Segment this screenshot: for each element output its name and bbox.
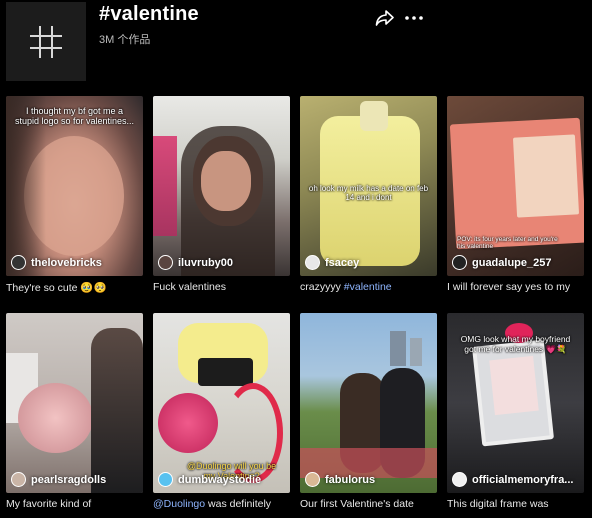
- video-card[interactable]: oh look my milk has a date on feb 14 and…: [300, 96, 437, 293]
- video-author[interactable]: fsacey: [305, 255, 359, 270]
- hashtag-header: #valentine 3M 个作品: [0, 0, 592, 88]
- video-overlay-text: OMG look what my boyfriend got me for va…: [460, 334, 571, 354]
- author-avatar: [11, 472, 26, 487]
- video-thumbnail[interactable]: iluvruby00: [153, 96, 290, 276]
- author-avatar: [158, 472, 173, 487]
- more-button[interactable]: [403, 8, 425, 28]
- video-thumbnail[interactable]: I thought my bf got me a stupid logo so …: [6, 96, 143, 276]
- author-name: iluvruby00: [178, 256, 234, 269]
- author-avatar: [11, 255, 26, 270]
- caption-text: They're so cute 🥹🥺: [6, 282, 107, 294]
- video-caption: I will forever say yes to my: [447, 281, 584, 293]
- video-card[interactable]: @Duolingo will you be my Valentine? dumb…: [153, 313, 290, 510]
- video-card[interactable]: fabulorus Our first Valentine's date: [300, 313, 437, 510]
- author-name: fsacey: [325, 256, 360, 269]
- author-avatar: [158, 255, 173, 270]
- share-arrow-icon: [375, 10, 394, 26]
- video-caption: My favorite kind of: [6, 498, 143, 510]
- video-caption: This digital frame was: [447, 498, 584, 510]
- video-card[interactable]: iluvruby00 Fuck valentines: [153, 96, 290, 293]
- caption-text: This digital frame was: [447, 498, 549, 510]
- video-thumbnail[interactable]: OMG look what my boyfriend got me for va…: [447, 313, 584, 493]
- video-author[interactable]: iluvruby00: [158, 255, 233, 270]
- video-author[interactable]: dumbwaystodie: [158, 472, 261, 487]
- video-thumbnail[interactable]: POV: its four years later and you're his…: [447, 96, 584, 276]
- video-thumbnail[interactable]: fabulorus: [300, 313, 437, 493]
- video-card[interactable]: OMG look what my boyfriend got me for va…: [447, 313, 584, 510]
- author-name: fabulorus: [325, 473, 376, 486]
- hashtag-title: #valentine: [99, 3, 199, 25]
- video-caption: They're so cute 🥹🥺: [6, 281, 143, 294]
- hashtag-cover: [6, 2, 86, 81]
- caption-text: My favorite kind of: [6, 498, 92, 510]
- caption-text: I will forever say yes to my: [447, 281, 571, 293]
- caption-hashtag-link[interactable]: #valentine: [344, 281, 392, 293]
- author-name: officialmemoryfra...: [472, 473, 574, 486]
- video-card[interactable]: POV: its four years later and you're his…: [447, 96, 584, 293]
- video-card[interactable]: I thought my bf got me a stupid logo so …: [6, 96, 143, 294]
- caption-text: was definitely: [205, 498, 272, 510]
- author-avatar: [452, 255, 467, 270]
- video-thumbnail[interactable]: @Duolingo will you be my Valentine? dumb…: [153, 313, 290, 493]
- video-author[interactable]: guadalupe_257: [452, 255, 551, 270]
- video-count: 3M 个作品: [99, 34, 151, 46]
- author-avatar: [305, 472, 320, 487]
- author-name: thelovebricks: [31, 256, 102, 269]
- video-thumbnail[interactable]: oh look my milk has a date on feb 14 and…: [300, 96, 437, 276]
- video-caption: @Duolingo was definitely: [153, 498, 290, 510]
- author-name: guadalupe_257: [472, 256, 552, 269]
- video-author[interactable]: officialmemoryfra...: [452, 472, 573, 487]
- author-avatar: [305, 255, 320, 270]
- video-card[interactable]: pearlsragdolls My favorite kind of: [6, 313, 143, 510]
- caption-text: Fuck valentines: [153, 281, 226, 293]
- video-overlay-text: POV: its four years later and you're his…: [457, 236, 558, 251]
- video-overlay-text: I thought my bf got me a stupid logo so …: [14, 106, 135, 127]
- video-thumbnail[interactable]: pearlsragdolls: [6, 313, 143, 493]
- caption-text: crazyyyy: [300, 281, 344, 293]
- video-author[interactable]: fabulorus: [305, 472, 375, 487]
- caption-text: Our first Valentine's date: [300, 498, 414, 510]
- author-name: pearlsragdolls: [31, 473, 107, 486]
- more-dots-icon: [405, 16, 423, 20]
- hashtag-icon: [30, 26, 62, 58]
- video-caption: Fuck valentines: [153, 281, 290, 293]
- video-caption: Our first Valentine's date: [300, 498, 437, 510]
- video-author[interactable]: pearlsragdolls: [11, 472, 106, 487]
- share-button[interactable]: [374, 8, 396, 28]
- video-author[interactable]: thelovebricks: [11, 255, 102, 270]
- video-caption: crazyyyy #valentine: [300, 281, 437, 293]
- author-name: dumbwaystodie: [178, 473, 262, 486]
- caption-mention-link[interactable]: @Duolingo: [153, 498, 205, 510]
- video-overlay-text: oh look my milk has a date on feb 14 and…: [308, 184, 429, 203]
- author-avatar: [452, 472, 467, 487]
